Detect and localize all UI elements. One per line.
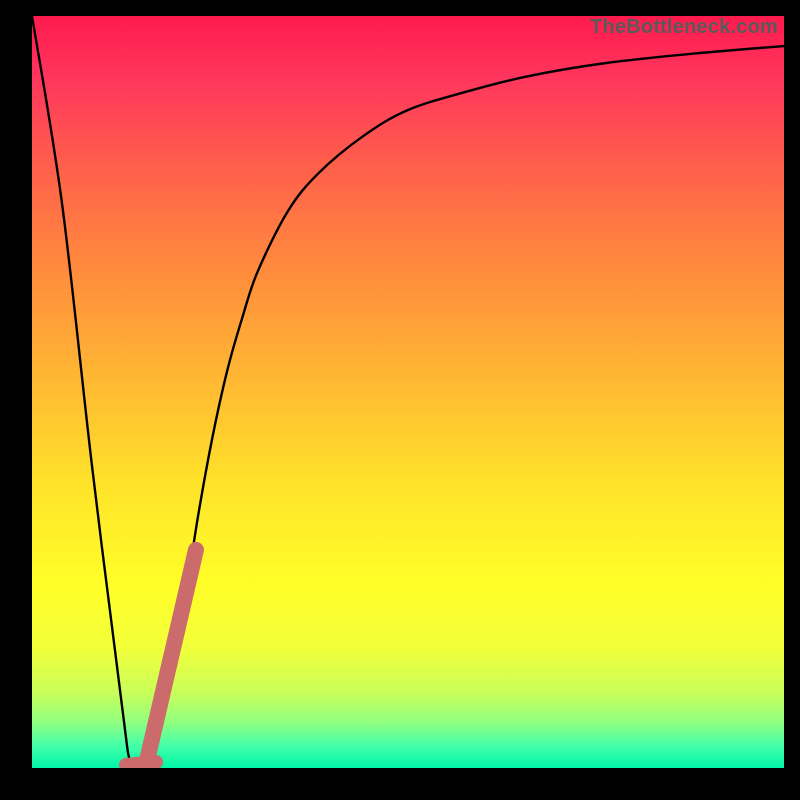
chart-frame: TheBottleneck.com xyxy=(0,0,800,800)
chart-plot-area: TheBottleneck.com xyxy=(32,16,784,768)
trough-marker xyxy=(126,762,156,765)
recommended-range-marker xyxy=(146,550,196,764)
watermark-text: TheBottleneck.com xyxy=(590,16,778,39)
bottleneck-curve xyxy=(32,16,784,768)
chart-svg xyxy=(32,16,784,768)
